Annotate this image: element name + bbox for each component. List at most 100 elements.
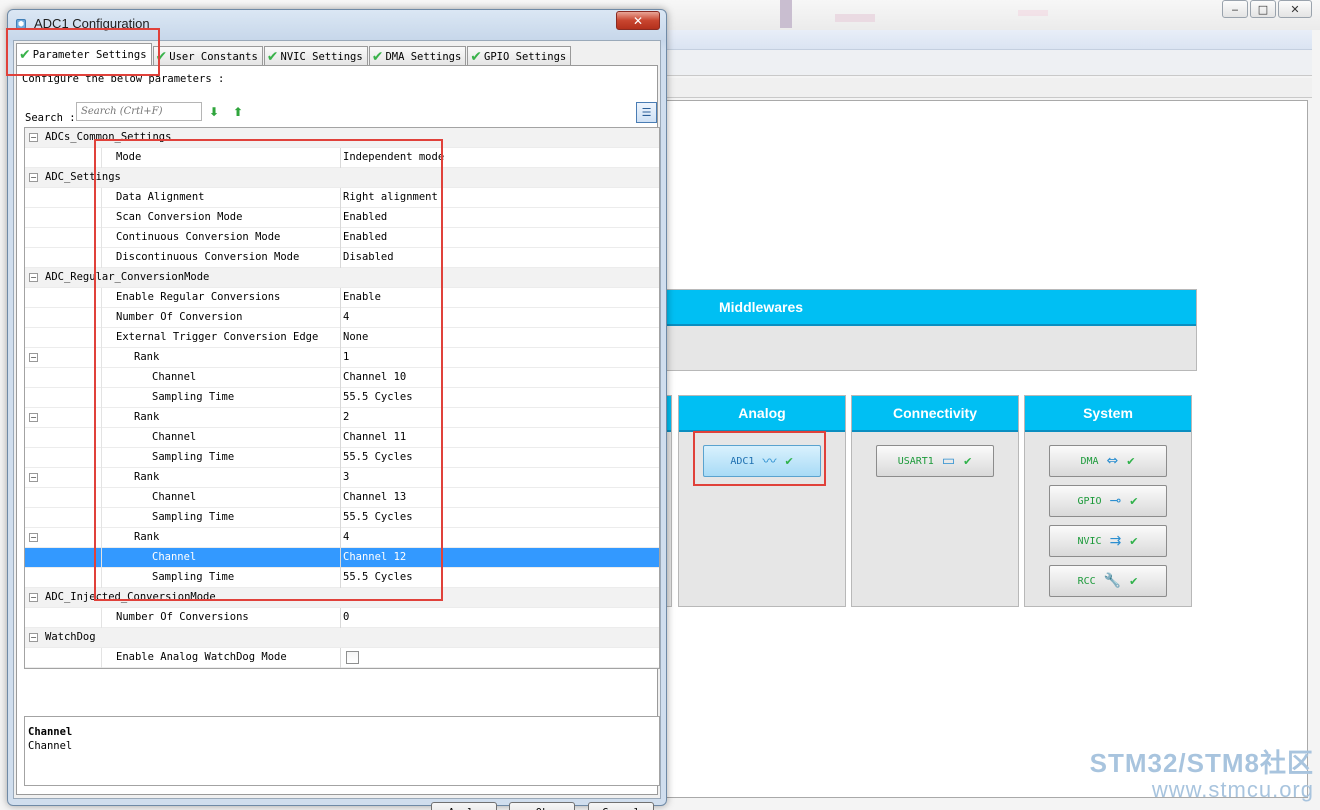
parameter-value[interactable]: Channel 11 bbox=[343, 431, 406, 443]
peripheral-button-gpio[interactable]: GPIO ⊸ ✔ bbox=[1049, 485, 1167, 517]
tree-row[interactable]: Enable Analog WatchDog Mode bbox=[25, 648, 659, 668]
peripheral-button-rcc[interactable]: RCC 🔧 ✔ bbox=[1049, 565, 1167, 597]
instruction-text: Configure the below parameters : bbox=[22, 73, 225, 85]
tab-parameter-settings[interactable]: ✔ Parameter Settings bbox=[16, 43, 152, 66]
parameter-value[interactable]: Channel 12 bbox=[343, 551, 406, 563]
tab-nvic-settings[interactable]: ✔ NVIC Settings bbox=[263, 46, 368, 66]
cancel-button[interactable]: Cancel bbox=[588, 802, 654, 810]
peripheral-button-dma[interactable]: DMA ⇔ ✔ bbox=[1049, 445, 1167, 477]
interrupt-icon: ⇉ bbox=[1109, 533, 1122, 549]
tree-row[interactable]: External Trigger Conversion Edge None bbox=[25, 328, 659, 348]
tree-row[interactable]: Number Of Conversions 0 bbox=[25, 608, 659, 628]
checkmark-icon: ✔ bbox=[963, 454, 973, 468]
column-divider bbox=[340, 648, 341, 668]
tree-row[interactable]: − Rank 3 bbox=[25, 468, 659, 488]
tab-gpio-settings[interactable]: ✔ GPIO Settings bbox=[467, 46, 572, 66]
row-divider bbox=[101, 608, 102, 628]
collapse-icon[interactable]: − bbox=[29, 593, 38, 602]
parameter-value[interactable]: 3 bbox=[343, 471, 349, 483]
tree-group-row[interactable]: − ADC_Regular_ConversionMode bbox=[25, 268, 659, 288]
tree-row[interactable]: − Rank 1 bbox=[25, 348, 659, 368]
parameter-value[interactable]: 4 bbox=[343, 531, 349, 543]
parameter-value[interactable]: 55.5 Cycles bbox=[343, 391, 413, 403]
tree-row[interactable]: Discontinuous Conversion Mode Disabled bbox=[25, 248, 659, 268]
collapse-icon[interactable]: − bbox=[29, 173, 38, 182]
search-next-arrow-icon[interactable]: ⬇ bbox=[207, 105, 221, 119]
parameter-name: Scan Conversion Mode bbox=[116, 211, 243, 223]
tree-row[interactable]: Sampling Time 55.5 Cycles bbox=[25, 568, 659, 588]
parameter-value[interactable]: 55.5 Cycles bbox=[343, 451, 413, 463]
search-previous-arrow-icon[interactable]: ⬆ bbox=[231, 105, 245, 119]
tree-row[interactable]: − Rank 2 bbox=[25, 408, 659, 428]
tree-group-row[interactable]: − ADC_Settings bbox=[25, 168, 659, 188]
column-divider bbox=[340, 448, 341, 468]
tab-user-constants[interactable]: ✔ User Constants bbox=[152, 46, 263, 66]
tree-row[interactable]: Continuous Conversion Mode Enabled bbox=[25, 228, 659, 248]
collapse-icon[interactable]: − bbox=[29, 273, 38, 282]
parameter-value[interactable]: Enabled bbox=[343, 211, 387, 223]
category-title: Middlewares bbox=[661, 290, 1196, 326]
collapse-icon[interactable]: − bbox=[29, 413, 38, 422]
tree-group-row[interactable]: − ADC_Injected_ConversionMode bbox=[25, 588, 659, 608]
tree-row[interactable]: Scan Conversion Mode Enabled bbox=[25, 208, 659, 228]
watchdog-checkbox[interactable] bbox=[346, 651, 359, 664]
peripheral-button-nvic[interactable]: NVIC ⇉ ✔ bbox=[1049, 525, 1167, 557]
wrench-icon: 🔧 bbox=[1103, 573, 1122, 589]
tree-group-row[interactable]: − WatchDog bbox=[25, 628, 659, 648]
tree-row[interactable]: Channel Channel 11 bbox=[25, 428, 659, 448]
parameter-value[interactable]: Channel 10 bbox=[343, 371, 406, 383]
minimize-button[interactable]: ‒ bbox=[1222, 0, 1248, 18]
group-name: ADC_Injected_ConversionMode bbox=[45, 591, 216, 603]
tree-row[interactable]: Channel Channel 12 bbox=[25, 548, 659, 568]
collapse-icon[interactable]: − bbox=[29, 633, 38, 642]
column-divider bbox=[340, 508, 341, 528]
tree-row[interactable]: Number Of Conversion 4 bbox=[25, 308, 659, 328]
parameter-value[interactable]: 55.5 Cycles bbox=[343, 511, 413, 523]
tree-row[interactable]: Channel Channel 10 bbox=[25, 368, 659, 388]
parameter-value[interactable]: 0 bbox=[343, 611, 349, 623]
tree-row[interactable]: Sampling Time 55.5 Cycles bbox=[25, 508, 659, 528]
row-divider bbox=[101, 448, 102, 468]
parameter-value[interactable]: Channel 13 bbox=[343, 491, 406, 503]
dialog-close-button[interactable]: ✕ bbox=[616, 11, 660, 30]
list-view-toggle-icon[interactable]: ☰ bbox=[636, 102, 657, 123]
column-divider bbox=[340, 248, 341, 268]
ok-button[interactable]: Ok bbox=[509, 802, 575, 810]
parameter-value[interactable]: Enabled bbox=[343, 231, 387, 243]
tree-row[interactable]: Mode Independent mode bbox=[25, 148, 659, 168]
parameter-value[interactable]: Disabled bbox=[343, 251, 394, 263]
tab-label: DMA Settings bbox=[385, 50, 462, 63]
parameter-value[interactable]: Independent mode bbox=[343, 151, 444, 163]
parameter-value[interactable]: 55.5 Cycles bbox=[343, 571, 413, 583]
parameter-name: Rank bbox=[134, 411, 160, 423]
parameter-value[interactable]: 4 bbox=[343, 311, 349, 323]
parameter-value[interactable]: Right alignment bbox=[343, 191, 438, 203]
parameter-name: Rank bbox=[134, 351, 160, 363]
parameter-value[interactable]: 1 bbox=[343, 351, 349, 363]
column-divider bbox=[340, 428, 341, 448]
collapse-icon[interactable]: − bbox=[29, 353, 38, 362]
tree-row[interactable]: Data Alignment Right alignment bbox=[25, 188, 659, 208]
parameter-name: Channel bbox=[152, 551, 197, 563]
close-window-button[interactable]: ✕ bbox=[1278, 0, 1312, 18]
apply-button[interactable]: Apply bbox=[431, 802, 497, 810]
parameter-name: Data Alignment bbox=[116, 191, 205, 203]
parameter-value[interactable]: None bbox=[343, 331, 368, 343]
parameter-value[interactable]: 2 bbox=[343, 411, 349, 423]
tree-row[interactable]: Enable Regular Conversions Enable bbox=[25, 288, 659, 308]
collapse-icon[interactable]: − bbox=[29, 133, 38, 142]
tree-row[interactable]: Channel Channel 13 bbox=[25, 488, 659, 508]
tree-row[interactable]: − Rank 4 bbox=[25, 528, 659, 548]
parameter-value[interactable]: Enable bbox=[343, 291, 381, 303]
search-input[interactable] bbox=[76, 102, 202, 121]
gpio-pin-icon: ⊸ bbox=[1109, 493, 1122, 509]
collapse-icon[interactable]: − bbox=[29, 533, 38, 542]
tree-row[interactable]: Sampling Time 55.5 Cycles bbox=[25, 448, 659, 468]
collapse-icon[interactable]: − bbox=[29, 473, 38, 482]
maximize-button[interactable]: □ bbox=[1250, 0, 1276, 18]
tab-dma-settings[interactable]: ✔ DMA Settings bbox=[368, 46, 467, 66]
tree-row[interactable]: Sampling Time 55.5 Cycles bbox=[25, 388, 659, 408]
peripheral-button-usart1[interactable]: USART1 ▭ ✔ bbox=[876, 445, 994, 477]
column-divider bbox=[340, 188, 341, 208]
tree-group-row[interactable]: − ADCs_Common_Settings bbox=[25, 128, 659, 148]
